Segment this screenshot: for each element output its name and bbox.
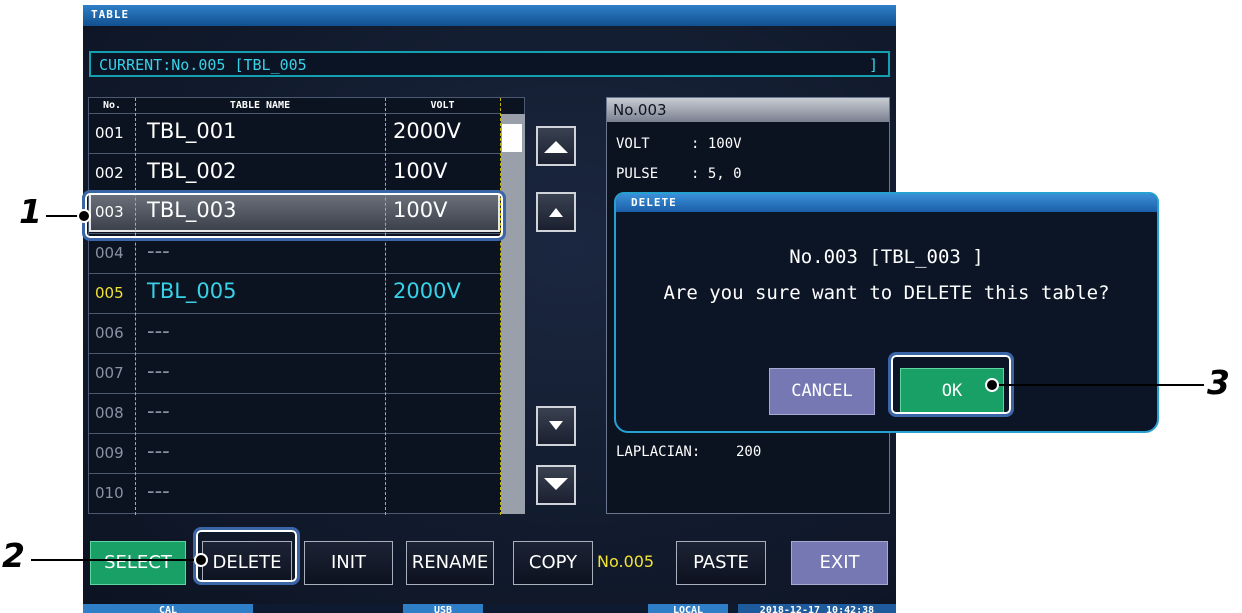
row-name: ---	[147, 319, 170, 343]
row-volt: 2000V	[393, 279, 461, 303]
volt-value: : 100V	[691, 136, 742, 152]
paste-button[interactable]: PASTE	[676, 541, 766, 585]
status-cal: CAL	[83, 604, 253, 613]
callout-line-3	[992, 384, 1204, 386]
copy-button[interactable]: COPY	[513, 541, 593, 585]
table-row[interactable]: 010 ---	[89, 473, 500, 512]
row-name: ---	[147, 239, 170, 263]
row-number: 007	[95, 364, 124, 382]
callout-dot-1	[77, 209, 91, 223]
column-header-no: No.	[102, 100, 122, 111]
init-button[interactable]: INIT	[304, 541, 393, 585]
scrollbar-thumb[interactable]	[502, 124, 522, 152]
current-table-end: ]	[868, 56, 878, 74]
row-number: 009	[95, 444, 124, 462]
scroll-down-button[interactable]	[536, 406, 576, 446]
callout-frame-2	[193, 527, 300, 585]
status-datetime: 2018-12-17 10:42:38	[738, 604, 896, 613]
pulse-label: PULSE	[616, 166, 659, 182]
callout-frame-1	[82, 190, 506, 241]
row-number: 010	[95, 484, 124, 502]
row-name: ---	[147, 399, 170, 423]
clipboard-table-number: No.005	[597, 552, 655, 571]
callout-number-2: 2	[2, 536, 25, 575]
delete-dialog: DELETE No.003 [TBL_003 ] Are you sure wa…	[614, 192, 1159, 433]
callout-number-1: 1	[19, 192, 42, 231]
row-name: TBL_001	[147, 119, 237, 143]
row-name: ---	[147, 479, 170, 503]
scrollbar-track[interactable]	[501, 114, 525, 514]
callout-line-2	[31, 559, 203, 561]
column-header-name: TABLE NAME	[229, 100, 291, 111]
triangle-up-icon	[549, 208, 563, 217]
column-divider	[135, 98, 136, 515]
table-row[interactable]: 001 TBL_001 2000V	[89, 113, 500, 152]
page-up-button[interactable]	[536, 126, 576, 166]
column-header-volt: VOLT	[430, 100, 455, 111]
current-table-field: CURRENT:No.005 [TBL_005 ]	[89, 51, 890, 77]
window-title-bar: TABLE	[83, 5, 896, 26]
callout-dot-2	[194, 553, 208, 567]
row-number: 006	[95, 324, 124, 342]
row-name: ---	[147, 439, 170, 463]
rename-button[interactable]: RENAME	[406, 541, 494, 585]
table-row[interactable]: 009 ---	[89, 433, 500, 472]
row-volt: 2000V	[393, 119, 461, 143]
row-number: 008	[95, 404, 124, 422]
row-number: 001	[95, 124, 124, 142]
detail-header: No.003	[607, 98, 889, 122]
dialog-title-bar: DELETE	[616, 194, 1157, 212]
page-down-button[interactable]	[536, 465, 576, 505]
exit-button[interactable]: EXIT	[791, 541, 888, 585]
table-list: No. TABLE NAME VOLT 001 TBL_001 2000V 00…	[88, 97, 525, 515]
row-number: 005	[95, 284, 124, 302]
triangle-up-large-icon	[544, 141, 568, 153]
status-bar: CAL USB LOCAL 2018-12-17 10:42:38	[83, 604, 896, 613]
current-table-label: CURRENT:No.005 [TBL_005	[99, 56, 307, 74]
table-row-current[interactable]: 005 TBL_005 2000V	[89, 273, 500, 312]
row-number: 002	[95, 164, 124, 182]
pulse-value: : 5, 0	[691, 166, 742, 182]
table-row[interactable]: 007 ---	[89, 353, 500, 392]
dialog-message: Are you sure want to DELETE this table?	[663, 282, 1110, 304]
laplacian-label: LAPLACIAN:	[616, 444, 701, 460]
row-volt: 100V	[393, 159, 448, 183]
detail-table-number: No.003	[613, 101, 667, 119]
table-row[interactable]: 002 TBL_002 100V	[89, 153, 500, 192]
triangle-down-large-icon	[544, 478, 568, 490]
scroll-up-button[interactable]	[536, 192, 576, 232]
laplacian-value: 200	[736, 444, 762, 460]
row-number: 004	[95, 244, 124, 262]
triangle-down-icon	[549, 421, 563, 430]
row-name: TBL_002	[147, 159, 237, 183]
table-row[interactable]: 006 ---	[89, 313, 500, 352]
window-title: TABLE	[91, 8, 130, 21]
callout-number-3: 3	[1207, 363, 1230, 402]
volt-label: VOLT	[616, 136, 650, 152]
row-name: TBL_005	[147, 279, 237, 303]
status-usb: USB	[403, 604, 483, 613]
dialog-table-label: No.003 [TBL_003 ]	[789, 246, 984, 268]
status-local: LOCAL	[648, 604, 728, 613]
dialog-title: DELETE	[631, 196, 677, 209]
table-row[interactable]: 008 ---	[89, 393, 500, 432]
row-name: ---	[147, 359, 170, 383]
callout-dot-3	[985, 378, 999, 392]
cancel-button[interactable]: CANCEL	[769, 368, 875, 415]
select-button[interactable]: SELECT	[90, 541, 186, 585]
column-divider	[385, 98, 386, 515]
